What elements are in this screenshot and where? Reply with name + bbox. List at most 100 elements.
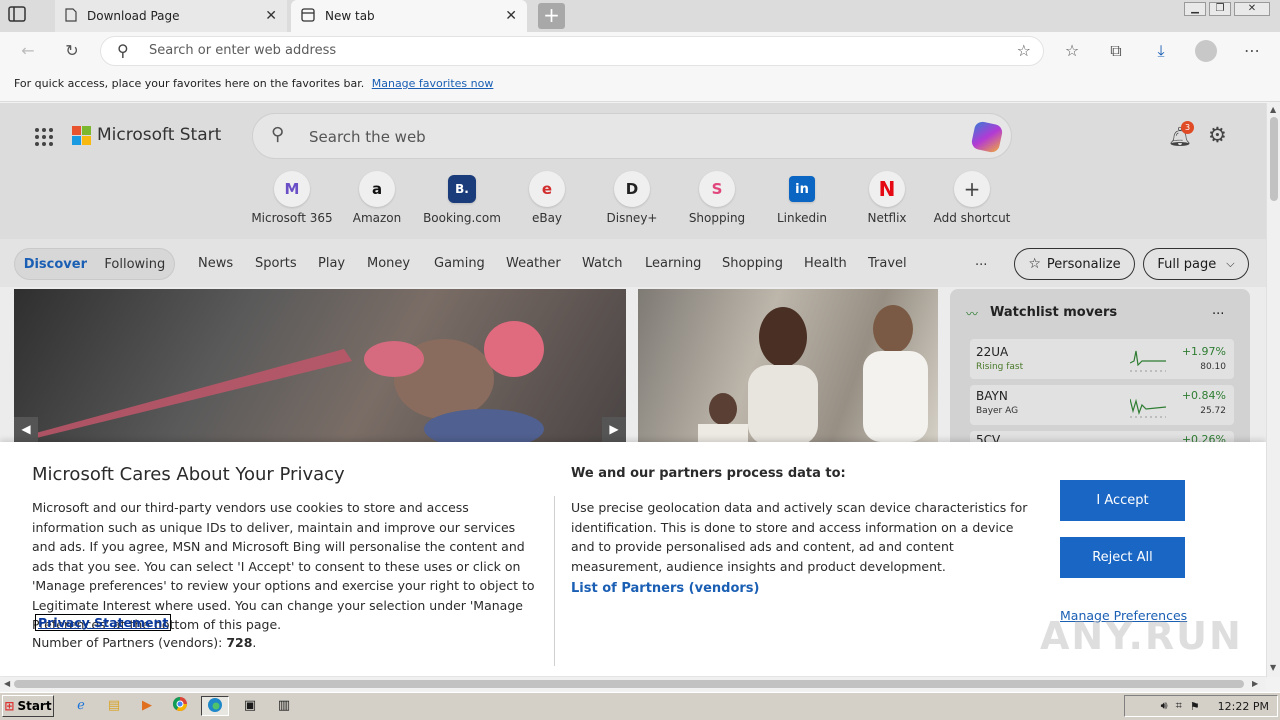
more-menu-icon[interactable]: ⋯ [1240,40,1264,62]
shortcut-netflix[interactable]: N Netflix [845,171,929,225]
watchlist-row[interactable]: 5CV +0.26% [970,431,1234,442]
restore-button[interactable]: ❐ [1209,2,1231,16]
privacy-statement-link[interactable]: Privacy Statement [35,614,172,631]
tab-title: New tab [325,9,375,23]
reject-all-button[interactable]: Reject All [1060,537,1185,578]
favorites-icon[interactable]: ☆ [1060,40,1084,62]
shortcut-linkedin[interactable]: in Linkedin [760,171,844,225]
scrollbar-thumb[interactable] [14,680,1244,688]
brand-name: Microsoft Start [97,125,222,145]
accept-button[interactable]: I Accept [1060,480,1185,521]
chrome-icon[interactable] [169,696,191,716]
vertical-scrollbar[interactable]: ▲ ▼ [1266,103,1280,677]
nav-gaming[interactable]: Gaming [434,256,485,271]
watchlist-row[interactable]: BAYN Bayer AG +0.84% 25.72 [970,385,1234,425]
app-window-icon[interactable]: ▣ [237,696,263,716]
tab-actions-icon[interactable] [8,6,40,26]
nav-learning[interactable]: Learning [645,256,701,271]
scroll-up-icon[interactable]: ▲ [1270,105,1276,114]
tab-title: Download Page [87,9,180,23]
scroll-right-icon[interactable]: ▶ [1252,679,1258,688]
nav-play[interactable]: Play [318,256,345,271]
apps-grid-icon[interactable] [34,127,54,147]
shortcut-label: Add shortcut [933,211,1011,225]
carousel-prev-icon[interactable]: ◀ [14,417,38,442]
close-window-button[interactable]: ✕ [1234,2,1270,16]
nav-watch[interactable]: Watch [582,256,622,271]
hero-card-image[interactable]: ◀ ▶ [14,289,626,442]
plus-icon: + [954,171,990,207]
start-button[interactable]: ⊞ Start [2,695,54,717]
sparkline-icon [1130,398,1166,418]
shortcut-microsoft-365[interactable]: M Microsoft 365 [250,171,334,225]
address-bar[interactable]: ⚲ ☆ [100,36,1044,66]
horizontal-scrollbar[interactable]: ◀ ▶ [0,677,1266,691]
web-search-box[interactable]: ⚲ Search the web [252,113,1012,159]
new-tab-button[interactable]: + [538,3,565,29]
collections-icon[interactable]: ⧉ [1104,40,1128,62]
flag-icon[interactable]: ⚑ [1190,700,1200,713]
add-favorite-icon[interactable]: ☆ [1017,41,1031,60]
copilot-icon[interactable] [970,120,1004,154]
refresh-icon[interactable]: ↻ [60,40,84,62]
scroll-left-icon[interactable]: ◀ [4,679,10,688]
personalize-button[interactable]: ☆ Personalize [1014,248,1135,280]
nav-weather[interactable]: Weather [506,256,561,271]
watchlist-more-icon[interactable]: ... [1212,303,1224,318]
settings-gear-icon[interactable]: ⚙ [1208,123,1227,147]
ebay-bag-icon: e [529,171,565,207]
microsoft-365-icon: M [274,171,310,207]
news-card-image[interactable] [638,289,938,442]
shortcut-add[interactable]: + Add shortcut [930,171,1014,225]
nav-news[interactable]: News [198,256,233,271]
profile-avatar[interactable] [1195,40,1217,62]
nav-money[interactable]: Money [367,256,410,271]
clock[interactable]: 12:22 PM [1218,700,1269,713]
minimize-button[interactable]: ▁ [1184,2,1206,16]
carousel-next-icon[interactable]: ▶ [602,417,626,442]
shopping-bag-icon: S [699,171,735,207]
scrollbar-thumb[interactable] [1270,117,1278,201]
volume-icon[interactable]: 🔊︎ [1161,699,1168,713]
booking-icon: B. [448,175,476,203]
downloads-icon[interactable]: ⤓ [1149,40,1173,62]
address-input[interactable] [149,43,849,58]
shortcut-disney[interactable]: D Disney+ [590,171,674,225]
tab-following[interactable]: Following [104,257,165,272]
network-icon[interactable]: ⌗ [1176,699,1182,713]
nav-more-icon[interactable]: ... [975,254,987,269]
nav-sports[interactable]: Sports [255,256,297,271]
notepad-icon[interactable]: ▥ [271,696,297,716]
amazon-icon: a [359,171,395,207]
stock-price: 25.72 [1200,406,1226,416]
nav-health[interactable]: Health [804,256,847,271]
tab-new-tab[interactable]: New tab ✕ [291,0,527,32]
windows-logo-icon: ⊞ [4,699,15,713]
ie-icon[interactable]: ℯ [70,696,92,716]
scroll-down-icon[interactable]: ▼ [1270,663,1276,672]
watchlist-row[interactable]: 22UA Rising fast +1.97% 80.10 [970,339,1234,379]
tab-download-page[interactable]: Download Page ✕ [55,0,287,32]
back-icon[interactable]: ← [16,40,40,62]
shortcut-ebay[interactable]: e eBay [505,171,589,225]
partners-count-line: Number of Partners (vendors): 728. [32,635,256,650]
shortcut-shopping[interactable]: S Shopping [675,171,759,225]
folder-icon[interactable]: ▤ [103,696,125,716]
shortcut-booking[interactable]: B. Booking.com [420,171,504,225]
shortcut-label: Shopping [688,211,746,225]
shortcut-label: Netflix [867,211,907,225]
full-page-dropdown[interactable]: Full page ⌵ [1143,248,1249,280]
microsoft-start-logo[interactable]: Microsoft Start [72,125,221,145]
shortcut-label: Booking.com [423,211,501,225]
tab-discover[interactable]: Discover [24,257,87,272]
edge-icon[interactable] [201,696,229,716]
close-icon[interactable]: ✕ [505,8,517,24]
media-player-icon[interactable]: ▶ [136,696,158,716]
shortcut-label: Linkedin [776,211,828,225]
nav-shopping[interactable]: Shopping [722,256,783,271]
shortcut-amazon[interactable]: a Amazon [335,171,419,225]
close-icon[interactable]: ✕ [265,8,277,24]
nav-travel[interactable]: Travel [868,256,907,271]
manage-favorites-link[interactable]: Manage favorites now [372,77,494,90]
partners-list-link[interactable]: List of Partners (vendors) [571,581,759,596]
